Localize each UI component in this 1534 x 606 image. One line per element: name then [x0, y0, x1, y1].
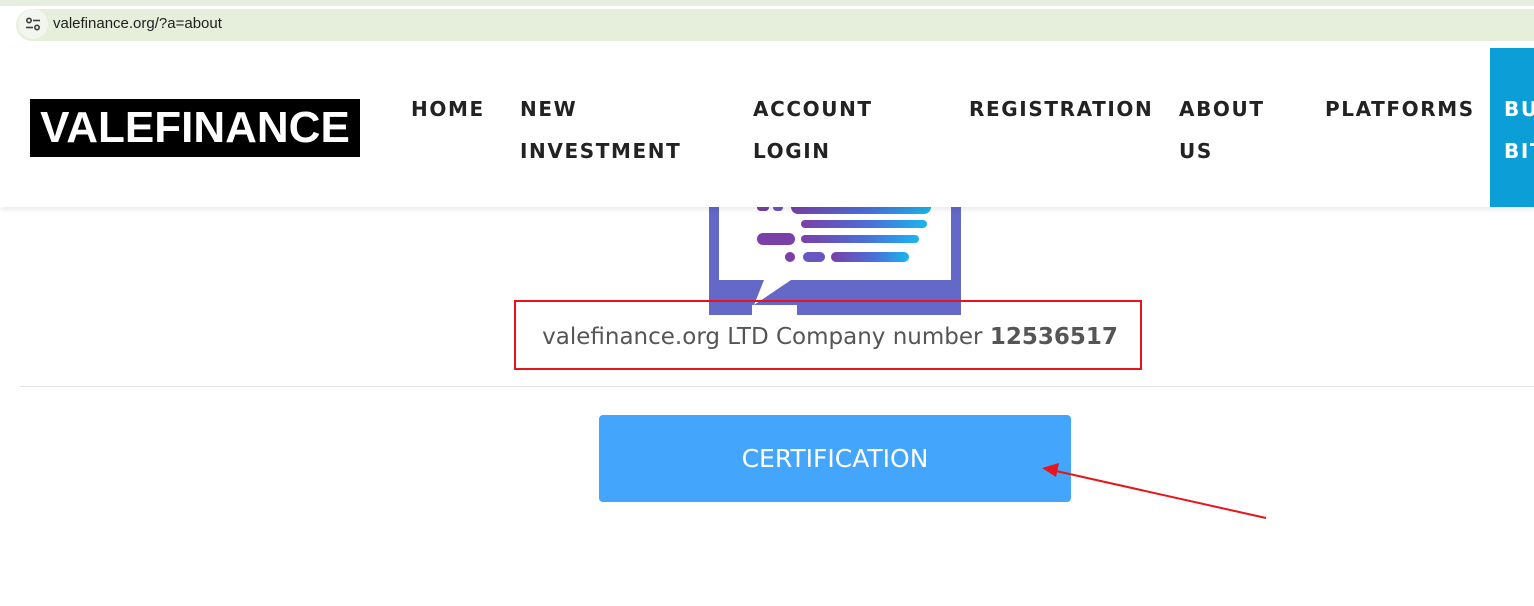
nav-platforms[interactable]: PLATFORMS — [1325, 88, 1475, 130]
nav-platforms-label: PLATFORMS — [1325, 97, 1475, 121]
nav-account-login[interactable]: ACCOUNT LOGIN — [753, 88, 873, 172]
section-divider — [20, 386, 1534, 387]
company-info-label: valefinance.org LTD Company number — [542, 324, 990, 350]
site-header: VALEFINANCE HOME NEW INVESTMENT ACCOUNT … — [0, 48, 1534, 207]
nav-home-label: HOME — [411, 97, 485, 121]
nav-registration-label: REGISTRATION — [969, 97, 1154, 121]
nav-home[interactable]: HOME — [411, 88, 485, 130]
nav-buy-bitcoin-button[interactable]: BU BIT — [1490, 48, 1534, 207]
nav-about-us-line1: ABOUT — [1179, 97, 1265, 121]
certification-button[interactable]: CERTIFICATION — [599, 415, 1071, 502]
tab-strip — [0, 0, 1534, 6]
nav-new-investment-line2: INVESTMENT — [520, 139, 682, 163]
site-logo[interactable]: VALEFINANCE — [30, 99, 360, 157]
nav-new-investment-line1: NEW — [520, 97, 578, 121]
company-number: 12536517 — [989, 324, 1118, 350]
omnibox[interactable] — [16, 9, 1534, 41]
browser-address-bar: valefinance.org/?a=about — [0, 0, 1534, 48]
annotation-arrow — [1042, 463, 1267, 519]
nav-registration[interactable]: REGISTRATION — [969, 88, 1153, 130]
url-text[interactable]: valefinance.org/?a=about — [53, 15, 222, 32]
nav-cta-line2: BIT — [1504, 139, 1534, 163]
company-info-text: valefinance.org LTD Company number 12536… — [516, 302, 1144, 372]
nav-new-investment[interactable]: NEW INVESTMENT — [520, 88, 681, 172]
company-number-highlight-box: valefinance.org LTD Company number 12536… — [514, 300, 1142, 370]
nav-account-login-line2: LOGIN — [753, 139, 831, 163]
tune-icon — [25, 17, 41, 31]
nav-cta-line1: BU — [1504, 97, 1534, 121]
nav-about-us[interactable]: ABOUT US — [1179, 88, 1265, 172]
nav-about-us-line2: US — [1179, 139, 1213, 163]
nav-account-login-line1: ACCOUNT — [753, 97, 873, 121]
site-info-button[interactable] — [18, 9, 48, 39]
